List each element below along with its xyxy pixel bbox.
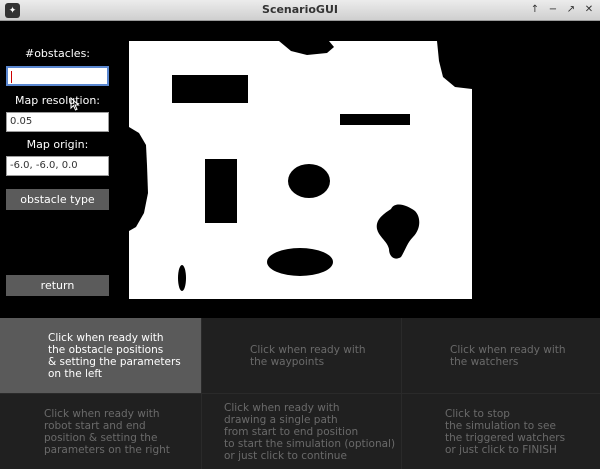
window-controls: ↑ − ↗ ✕ (528, 3, 596, 17)
map-resolution-input[interactable]: 0.05 (6, 112, 109, 132)
obstacles-label: #obstacles: (24, 47, 91, 60)
map-resolution-label: Map resolution: (14, 94, 101, 107)
obstacle-ellipse-3 (178, 265, 186, 291)
step-text: Click when ready with the obstacle posit… (48, 331, 181, 380)
step-watchers-button[interactable]: Click when ready with the watchers (402, 318, 600, 393)
obstacle-rect-2 (340, 114, 410, 125)
text-caret (11, 71, 12, 83)
obstacle-rect-3 (205, 159, 237, 223)
obstacle-type-button[interactable]: obstacle type (6, 189, 109, 210)
step-path-button[interactable]: Click when ready with drawing a single p… (202, 394, 401, 469)
step-robot-position-button[interactable]: Click when ready with robot start and en… (0, 394, 201, 469)
close-icon[interactable]: ✕ (582, 3, 596, 17)
step-obstacles-button[interactable]: Click when ready with the obstacle posit… (0, 318, 201, 393)
minimize-icon[interactable]: − (546, 3, 560, 17)
obstacle-rect-1 (172, 75, 248, 103)
map-origin-input[interactable]: -6.0, -6.0, 0.0 (6, 156, 109, 176)
step-text: Click when ready with the waypoints (250, 343, 366, 368)
window-title: ScenarioGUI (262, 3, 338, 16)
map-origin-label: Map origin: (26, 138, 89, 151)
step-text: Click when ready with the watchers (450, 343, 566, 368)
step-stop-simulation-button[interactable]: Click to stop the simulation to see the … (402, 394, 600, 469)
step-text: Click when ready with robot start and en… (44, 408, 170, 456)
title-bar: ✦ ScenarioGUI ↑ − ↗ ✕ (0, 0, 600, 21)
obstacle-ellipse-2 (267, 248, 333, 276)
step-text: Click to stop the simulation to see the … (445, 408, 566, 456)
main-area: #obstacles: Map resolution: 0.05 Map ori… (0, 21, 600, 318)
map-canvas[interactable] (129, 41, 472, 299)
obstacle-ellipse-1 (288, 164, 330, 198)
step-grid: Click when ready with the obstacle posit… (0, 318, 600, 469)
step-text: Click when ready with drawing a single p… (224, 402, 396, 462)
keep-above-icon[interactable]: ↑ (528, 3, 542, 17)
obstacles-input[interactable] (6, 66, 109, 86)
step-waypoints-button[interactable]: Click when ready with the waypoints (202, 318, 401, 393)
maximize-icon[interactable]: ↗ (564, 3, 578, 17)
return-button[interactable]: return (6, 275, 109, 296)
